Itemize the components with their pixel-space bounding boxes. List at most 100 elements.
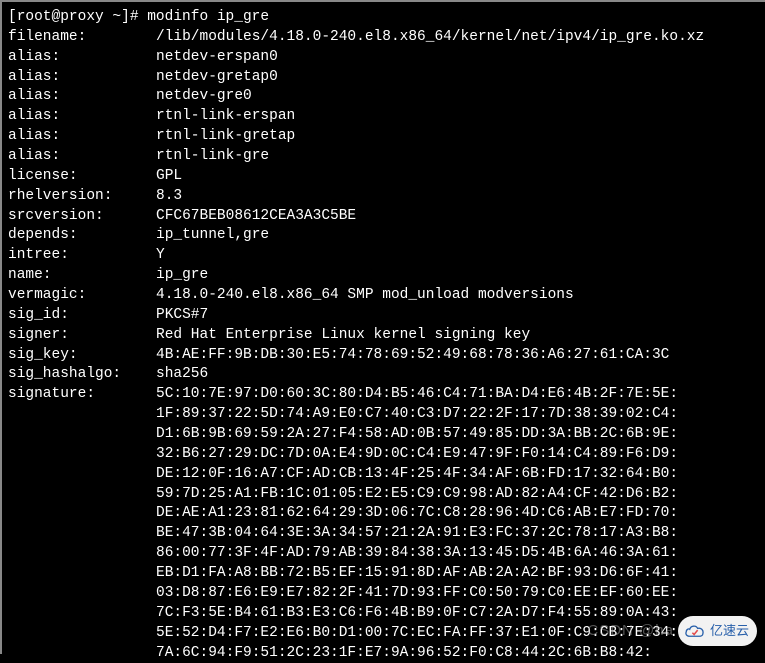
indent xyxy=(8,624,156,644)
indent xyxy=(8,524,156,544)
field-value: netdev-gretap0 xyxy=(156,68,278,88)
signature-line: DE:AE:A1:23:81:62:64:29:3D:06:7C:C8:28:9… xyxy=(8,504,759,524)
signature-line: BE:47:3B:04:64:3E:3A:34:57:21:2A:91:E3:F… xyxy=(8,524,759,544)
signature-line: D1:6B:9B:69:59:2A:27:F4:58:AD:0B:57:49:8… xyxy=(8,425,759,445)
field-label: alias: xyxy=(8,48,156,68)
field-value: ip_tunnel,gre xyxy=(156,226,269,246)
field-label: signature: xyxy=(8,385,156,405)
field-value: /lib/modules/4.18.0-240.el8.x86_64/kerne… xyxy=(156,28,704,48)
output-line: alias:rtnl-link-gre xyxy=(8,147,759,167)
output-line: alias:rtnl-link-gretap xyxy=(8,127,759,147)
output-line: signer:Red Hat Enterprise Linux kernel s… xyxy=(8,326,759,346)
watermark-text: CSDN @ha xyxy=(587,621,674,642)
output-line: alias:netdev-gre0 xyxy=(8,87,759,107)
output-line: alias:netdev-gretap0 xyxy=(8,68,759,88)
output-line: sig_hashalgo:sha256 xyxy=(8,365,759,385)
field-value: 5C:10:7E:97:D0:60:3C:80:D4:B5:46:C4:71:B… xyxy=(156,385,678,405)
signature-value: EB:D1:FA:A8:BB:72:B5:EF:15:91:8D:AF:AB:2… xyxy=(156,564,678,584)
field-value: GPL xyxy=(156,167,182,187)
indent xyxy=(8,544,156,564)
signature-value: 03:D8:87:E6:E9:E7:82:2F:41:7D:93:FF:C0:5… xyxy=(156,584,678,604)
field-label: sig_id: xyxy=(8,306,156,326)
signature-line: DE:12:0F:16:A7:CF:AD:CB:13:4F:25:4F:34:A… xyxy=(8,465,759,485)
output-line: depends:ip_tunnel,gre xyxy=(8,226,759,246)
indent xyxy=(8,644,156,663)
field-value: 8.3 xyxy=(156,187,182,207)
field-label: srcversion: xyxy=(8,207,156,227)
field-label: vermagic: xyxy=(8,286,156,306)
output-line: name:ip_gre xyxy=(8,266,759,286)
watermark: CSDN @ha 亿速云 xyxy=(587,616,757,646)
field-label: intree: xyxy=(8,246,156,266)
field-value: rtnl-link-gretap xyxy=(156,127,295,147)
signature-line: EB:D1:FA:A8:BB:72:B5:EF:15:91:8D:AF:AB:2… xyxy=(8,564,759,584)
indent xyxy=(8,504,156,524)
command-text: modinfo ip_gre xyxy=(147,9,269,25)
output-line: alias:netdev-erspan0 xyxy=(8,48,759,68)
field-value: 4.18.0-240.el8.x86_64 SMP mod_unload mod… xyxy=(156,286,582,306)
indent xyxy=(8,405,156,425)
field-label: rhelversion: xyxy=(8,187,156,207)
cloud-icon xyxy=(684,624,706,638)
indent xyxy=(8,584,156,604)
output-line: alias:rtnl-link-erspan xyxy=(8,107,759,127)
signature-value: DE:AE:A1:23:81:62:64:29:3D:06:7C:C8:28:9… xyxy=(156,504,678,524)
field-value: Y xyxy=(156,246,165,266)
indent xyxy=(8,604,156,624)
field-value: ip_gre xyxy=(156,266,208,286)
field-value: PKCS#7 xyxy=(156,306,208,326)
shell-prompt: [root@proxy ~]# xyxy=(8,9,147,25)
output-line: srcversion:CFC67BEB08612CEA3A3C5BE xyxy=(8,207,759,227)
field-label: sig_hashalgo: xyxy=(8,365,156,385)
field-value: Red Hat Enterprise Linux kernel signing … xyxy=(156,326,530,346)
indent xyxy=(8,425,156,445)
field-label: name: xyxy=(8,266,156,286)
field-label: filename: xyxy=(8,28,156,48)
field-value: netdev-gre0 xyxy=(156,87,252,107)
signature-line: 32:B6:27:29:DC:7D:0A:E4:9D:0C:C4:E9:47:9… xyxy=(8,445,759,465)
signature-value: 59:7D:25:A1:FB:1C:01:05:E2:E5:C9:C9:98:A… xyxy=(156,485,678,505)
signature-value: DE:12:0F:16:A7:CF:AD:CB:13:4F:25:4F:34:A… xyxy=(156,465,678,485)
indent xyxy=(8,485,156,505)
signature-value: 7A:6C:94:F9:51:2C:23:1F:E7:9A:96:52:F0:C… xyxy=(156,644,652,663)
signature-line: 59:7D:25:A1:FB:1C:01:05:E2:E5:C9:C9:98:A… xyxy=(8,485,759,505)
field-label: alias: xyxy=(8,87,156,107)
field-value: CFC67BEB08612CEA3A3C5BE xyxy=(156,207,356,227)
cloud-badge: 亿速云 xyxy=(678,616,757,646)
field-label: license: xyxy=(8,167,156,187)
field-label: sig_key: xyxy=(8,346,156,366)
field-label: signer: xyxy=(8,326,156,346)
field-label: alias: xyxy=(8,107,156,127)
output-line: license:GPL xyxy=(8,167,759,187)
signature-line: 1F:89:37:22:5D:74:A9:E0:C7:40:C3:D7:22:2… xyxy=(8,405,759,425)
output-line: filename:/lib/modules/4.18.0-240.el8.x86… xyxy=(8,28,759,48)
field-label: depends: xyxy=(8,226,156,246)
cloud-text: 亿速云 xyxy=(710,622,749,640)
indent xyxy=(8,564,156,584)
indent xyxy=(8,445,156,465)
field-label: alias: xyxy=(8,147,156,167)
signature-value: D1:6B:9B:69:59:2A:27:F4:58:AD:0B:57:49:8… xyxy=(156,425,678,445)
output-line: signature:5C:10:7E:97:D0:60:3C:80:D4:B5:… xyxy=(8,385,759,405)
signature-line: 7A:6C:94:F9:51:2C:23:1F:E7:9A:96:52:F0:C… xyxy=(8,644,759,663)
field-label: alias: xyxy=(8,68,156,88)
signature-value: BE:47:3B:04:64:3E:3A:34:57:21:2A:91:E3:F… xyxy=(156,524,678,544)
command-output: filename:/lib/modules/4.18.0-240.el8.x86… xyxy=(8,28,759,663)
signature-value: 32:B6:27:29:DC:7D:0A:E4:9D:0C:C4:E9:47:9… xyxy=(156,445,678,465)
output-line: sig_key:4B:AE:FF:9B:DB:30:E5:74:78:69:52… xyxy=(8,346,759,366)
signature-value: 1F:89:37:22:5D:74:A9:E0:C7:40:C3:D7:22:2… xyxy=(156,405,678,425)
output-line: rhelversion:8.3 xyxy=(8,187,759,207)
field-label: alias: xyxy=(8,127,156,147)
output-line: vermagic:4.18.0-240.el8.x86_64 SMP mod_u… xyxy=(8,286,759,306)
field-value: rtnl-link-gre xyxy=(156,147,269,167)
field-value: rtnl-link-erspan xyxy=(156,107,295,127)
field-value: sha256 xyxy=(156,365,208,385)
field-value: netdev-erspan0 xyxy=(156,48,278,68)
output-line: sig_id:PKCS#7 xyxy=(8,306,759,326)
terminal-prompt-line: [root@proxy ~]# modinfo ip_gre xyxy=(8,8,759,28)
field-value: 4B:AE:FF:9B:DB:30:E5:74:78:69:52:49:68:7… xyxy=(156,346,669,366)
signature-value: 86:00:77:3F:4F:AD:79:AB:39:84:38:3A:13:4… xyxy=(156,544,678,564)
signature-line: 03:D8:87:E6:E9:E7:82:2F:41:7D:93:FF:C0:5… xyxy=(8,584,759,604)
signature-line: 86:00:77:3F:4F:AD:79:AB:39:84:38:3A:13:4… xyxy=(8,544,759,564)
indent xyxy=(8,465,156,485)
